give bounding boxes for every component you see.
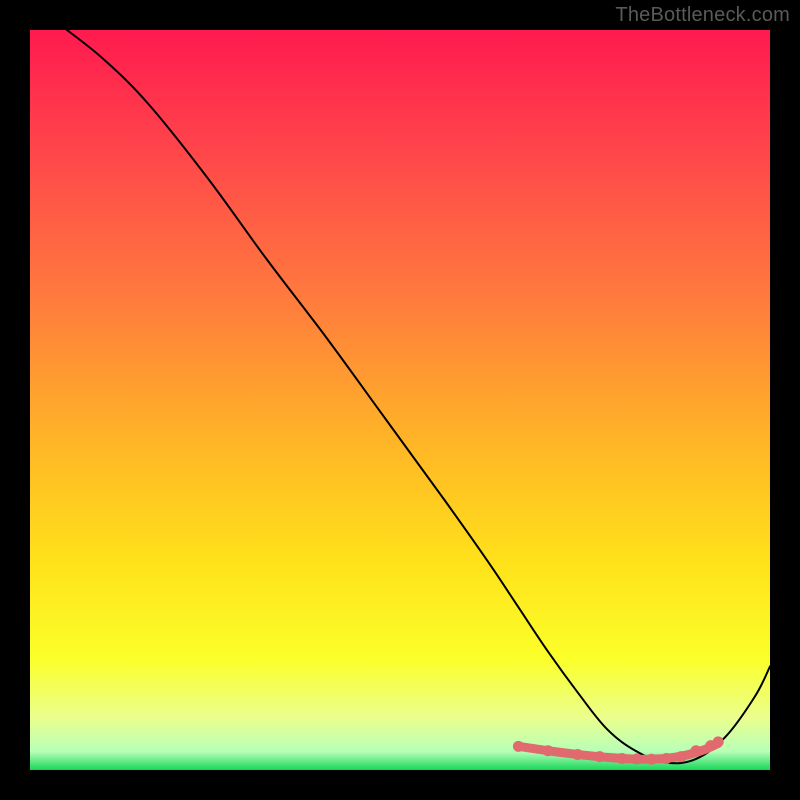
highlight-dot <box>617 753 628 764</box>
highlight-dot <box>676 751 687 762</box>
highlight-dot <box>572 749 583 760</box>
curve-layer <box>30 30 770 770</box>
highlight-dot <box>543 745 554 756</box>
highlight-dot <box>513 741 524 752</box>
highlight-dot <box>646 754 657 765</box>
attribution-text: TheBottleneck.com <box>615 4 790 27</box>
highlight-dot <box>594 751 605 762</box>
chart-stage: TheBottleneck.com <box>0 0 800 800</box>
series-main-curve <box>67 30 770 763</box>
plot-area <box>30 30 770 770</box>
highlight-dot <box>713 736 724 747</box>
highlight-dot <box>691 745 702 756</box>
highlight-dot <box>661 753 672 764</box>
highlight-dot <box>631 753 642 764</box>
